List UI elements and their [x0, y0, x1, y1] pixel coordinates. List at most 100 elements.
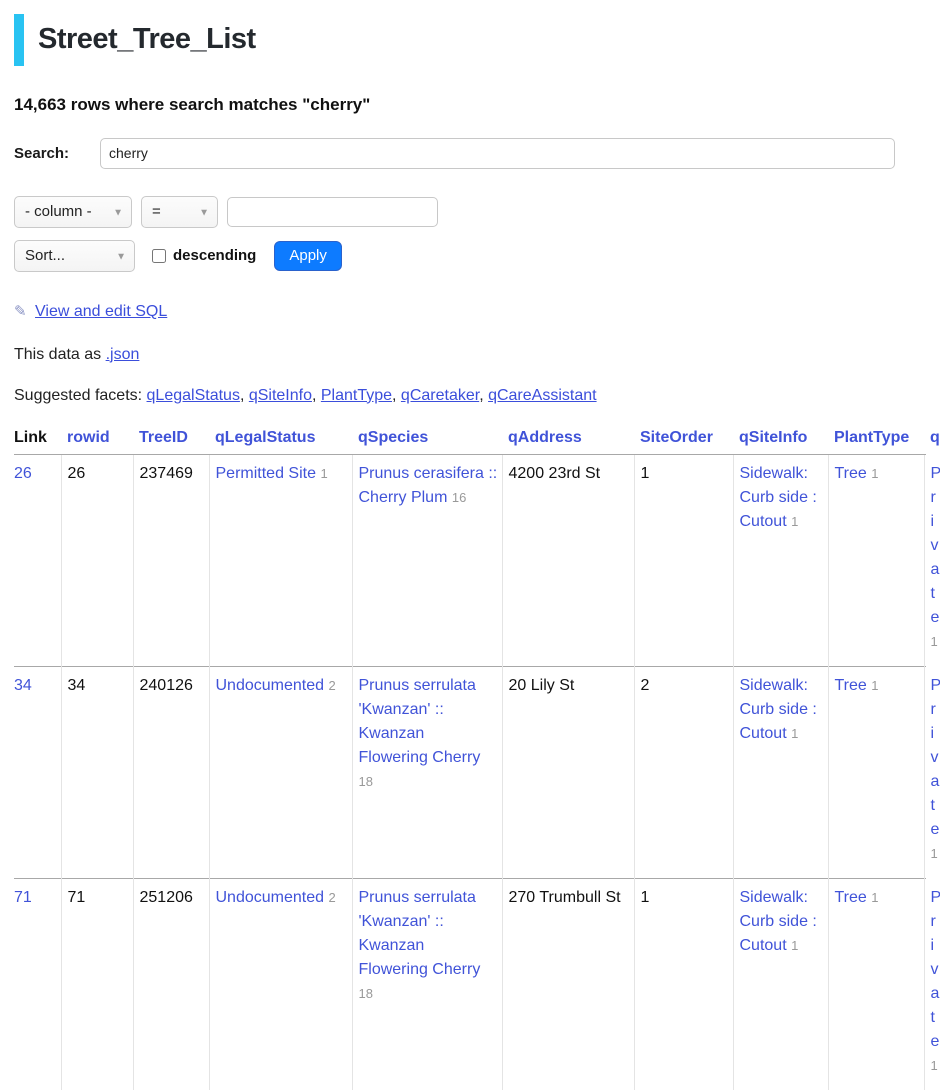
- column-header-TreeID[interactable]: TreeID: [133, 426, 209, 455]
- table-row: 2626237469Permitted Site 1Prunus cerasif…: [14, 454, 926, 666]
- table-cell: 71: [14, 878, 61, 1090]
- filter-value-input[interactable]: [227, 197, 438, 227]
- table-cell: 240126: [133, 666, 209, 878]
- cell-link[interactable]: Prunus serrulata 'Kwanzan' :: Kwanzan Fl…: [359, 889, 481, 978]
- search-input[interactable]: [100, 138, 895, 169]
- table-body: 2626237469Permitted Site 1Prunus cerasif…: [14, 454, 926, 1090]
- column-header-SiteOrder[interactable]: SiteOrder: [634, 426, 733, 455]
- pencil-icon: ✎: [14, 303, 27, 320]
- sql-row: ✎ View and edit SQL: [14, 302, 926, 321]
- table-cell: Undocumented 2: [209, 666, 352, 878]
- cell-link[interactable]: Tree: [835, 465, 867, 482]
- cell-link[interactable]: Sidewalk: Curb side : Cutout: [740, 889, 817, 954]
- facet-link-qCareAssistant[interactable]: qCareAssistant: [488, 387, 597, 404]
- facet-count: 18: [359, 986, 373, 1001]
- column-header-link[interactable]: TreeID: [139, 429, 188, 446]
- facet-link-PlantType[interactable]: PlantType: [321, 387, 392, 404]
- facet-count: 18: [359, 774, 373, 789]
- table-row: 3434240126Undocumented 2Prunus serrulata…: [14, 666, 926, 878]
- column-header-qLegalStatus[interactable]: qLegalStatus: [209, 426, 352, 455]
- search-form: Search: - column - ▼ = ▼ Sort...: [14, 138, 926, 272]
- table-cell: Tree 1: [828, 454, 924, 666]
- data-as-row: This data as .json: [14, 346, 926, 364]
- facet-count: 1: [931, 1058, 938, 1073]
- row-count-heading: 14,663 rows where search matches "cherry…: [14, 95, 926, 115]
- table-cell: Tree 1: [828, 878, 924, 1090]
- column-header-link[interactable]: qLegalStatus: [215, 429, 315, 446]
- table-cell: 34: [61, 666, 133, 878]
- apply-button[interactable]: Apply: [274, 241, 342, 271]
- column-select-wrap: - column - ▼: [14, 196, 132, 228]
- table-cell: 251206: [133, 878, 209, 1090]
- sort-row: Sort... ▼ descending Apply: [14, 240, 926, 272]
- table-cell: Sidewalk: Curb side : Cutout 1: [733, 878, 828, 1090]
- sort-select-wrap: Sort... ▼: [14, 240, 135, 272]
- cell-link[interactable]: Tree: [835, 889, 867, 906]
- column-header-qSiteInfo[interactable]: qSiteInfo: [733, 426, 828, 455]
- cell-link[interactable]: Sidewalk: Curb side : Cutout: [740, 465, 817, 530]
- table-cell: Private 1: [924, 666, 926, 878]
- cell-link[interactable]: Permitted Site: [216, 465, 316, 482]
- column-header-link[interactable]: rowid: [67, 429, 110, 446]
- column-header-PlantType[interactable]: PlantType: [828, 426, 924, 455]
- cell-link[interactable]: 34: [14, 677, 32, 694]
- descending-option: descending: [152, 247, 256, 264]
- table-cell: 26: [61, 454, 133, 666]
- facet-count: 1: [320, 466, 327, 481]
- cell-link[interactable]: 71: [14, 889, 32, 906]
- column-header-link[interactable]: qCaretaker: [930, 429, 940, 446]
- facet-count: 1: [791, 514, 798, 529]
- facet-count: 1: [871, 678, 878, 693]
- column-header-rowid[interactable]: rowid: [61, 426, 133, 455]
- facets-prefix: Suggested facets:: [14, 387, 147, 404]
- table-cell: 26: [14, 454, 61, 666]
- table-cell: 1: [634, 454, 733, 666]
- cell-link[interactable]: Sidewalk: Curb side : Cutout: [740, 677, 817, 742]
- cell-link[interactable]: Private: [931, 889, 940, 1050]
- facet-count: 2: [328, 890, 335, 905]
- facet-count: 1: [931, 846, 938, 861]
- filter-row: - column - ▼ = ▼: [14, 196, 926, 228]
- data-as-prefix: This data as: [14, 346, 106, 363]
- json-link[interactable]: .json: [106, 346, 140, 363]
- column-header-link[interactable]: qSpecies: [358, 429, 428, 446]
- cell-link[interactable]: Private: [931, 465, 940, 626]
- cell-link[interactable]: Prunus serrulata 'Kwanzan' :: Kwanzan Fl…: [359, 677, 481, 766]
- view-edit-sql-link[interactable]: View and edit SQL: [35, 303, 167, 320]
- column-header-qSpecies[interactable]: qSpecies: [352, 426, 502, 455]
- column-header-Link: Link: [14, 426, 61, 455]
- column-header-link[interactable]: SiteOrder: [640, 429, 713, 446]
- cell-link[interactable]: Tree: [835, 677, 867, 694]
- column-select[interactable]: - column -: [14, 196, 132, 228]
- facet-link-qCaretaker[interactable]: qCaretaker: [401, 387, 479, 404]
- column-header-qAddress[interactable]: qAddress: [502, 426, 634, 455]
- facet-count: 1: [931, 634, 938, 649]
- column-header-qCaretaker[interactable]: qCaretaker: [924, 426, 926, 455]
- cell-link[interactable]: Undocumented: [216, 677, 325, 694]
- operator-select-wrap: = ▼: [141, 196, 218, 228]
- facets-row: Suggested facets: qLegalStatus, qSiteInf…: [14, 387, 926, 405]
- facet-links: qLegalStatus, qSiteInfo, PlantType, qCar…: [147, 387, 597, 404]
- sort-select[interactable]: Sort...: [14, 240, 135, 272]
- table-cell: 237469: [133, 454, 209, 666]
- page-title: Street_Tree_List: [14, 14, 926, 66]
- table-cell: Tree 1: [828, 666, 924, 878]
- search-row: Search:: [14, 138, 926, 169]
- table-cell: Prunus serrulata 'Kwanzan' :: Kwanzan Fl…: [352, 666, 502, 878]
- table-cell: 4200 23rd St: [502, 454, 634, 666]
- column-header-link[interactable]: qSiteInfo: [739, 429, 807, 446]
- column-header-link[interactable]: qAddress: [508, 429, 582, 446]
- column-header-link[interactable]: PlantType: [834, 429, 909, 446]
- cell-link[interactable]: 26: [14, 465, 32, 482]
- descending-checkbox[interactable]: [152, 249, 166, 263]
- table-cell: Undocumented 2: [209, 878, 352, 1090]
- facet-link-qSiteInfo[interactable]: qSiteInfo: [249, 387, 312, 404]
- descending-label: descending: [173, 247, 256, 264]
- cell-link[interactable]: Undocumented: [216, 889, 325, 906]
- cell-link[interactable]: Prunus cerasifera :: Cherry Plum: [359, 465, 498, 506]
- table-cell: Sidewalk: Curb side : Cutout 1: [733, 454, 828, 666]
- cell-link[interactable]: Private: [931, 677, 940, 838]
- operator-select[interactable]: =: [141, 196, 218, 228]
- table-cell: 34: [14, 666, 61, 878]
- facet-link-qLegalStatus[interactable]: qLegalStatus: [147, 387, 240, 404]
